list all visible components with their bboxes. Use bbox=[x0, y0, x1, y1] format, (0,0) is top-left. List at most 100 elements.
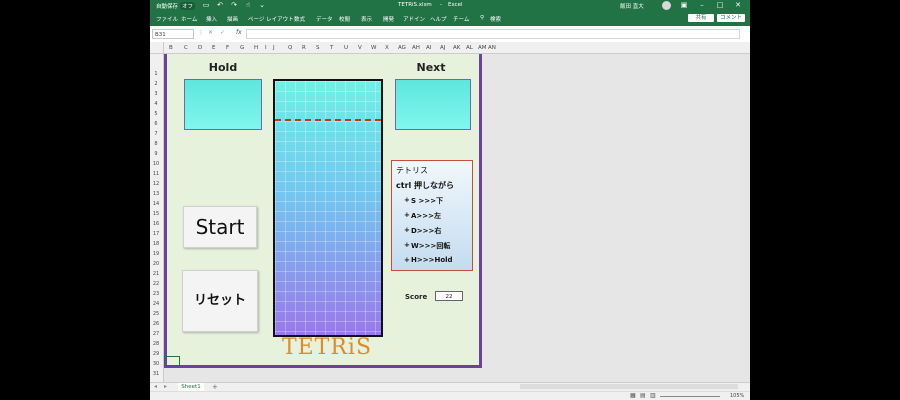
tab-scroll-right-icon[interactable]: ▸ bbox=[164, 383, 167, 390]
row-header[interactable]: 30 bbox=[150, 361, 162, 367]
formula-input[interactable] bbox=[246, 29, 740, 39]
column-header[interactable]: J bbox=[273, 45, 275, 51]
menu-formulas[interactable]: 数式 bbox=[294, 15, 305, 23]
row-header[interactable]: 26 bbox=[150, 321, 162, 327]
row-header[interactable]: 20 bbox=[150, 261, 162, 267]
row-header[interactable]: 5 bbox=[150, 111, 162, 117]
column-header[interactable]: I bbox=[265, 45, 267, 51]
avatar[interactable] bbox=[662, 1, 671, 10]
column-header[interactable]: AM bbox=[478, 45, 487, 51]
row-header[interactable]: 6 bbox=[150, 121, 162, 127]
close-icon[interactable]: ✕ bbox=[732, 1, 744, 10]
column-header[interactable]: AN bbox=[488, 45, 496, 51]
row-header[interactable]: 10 bbox=[150, 161, 162, 167]
column-header[interactable]: R bbox=[302, 45, 306, 51]
column-header[interactable]: G bbox=[240, 45, 244, 51]
normal-view-icon[interactable]: ▦ bbox=[630, 392, 636, 399]
comment-button[interactable]: コメント bbox=[717, 14, 745, 22]
menu-data[interactable]: データ bbox=[316, 15, 333, 23]
row-header[interactable]: 15 bbox=[150, 211, 162, 217]
row-header[interactable]: 12 bbox=[150, 181, 162, 187]
touch-mode-icon[interactable]: ☝ bbox=[242, 1, 254, 10]
horizontal-scrollbar[interactable] bbox=[520, 384, 738, 389]
column-header[interactable]: AL bbox=[466, 45, 473, 51]
share-button[interactable]: 共有 bbox=[688, 14, 714, 22]
enter-icon[interactable]: ✓ bbox=[220, 29, 225, 36]
column-header[interactable]: H bbox=[254, 45, 258, 51]
column-header[interactable]: AG bbox=[398, 45, 406, 51]
column-header[interactable]: U bbox=[344, 45, 348, 51]
row-header[interactable]: 21 bbox=[150, 271, 162, 277]
undo-icon[interactable]: ↶ bbox=[214, 1, 226, 10]
autosave-toggle[interactable]: オフ bbox=[180, 2, 196, 10]
row-header[interactable]: 27 bbox=[150, 331, 162, 337]
column-header[interactable]: S bbox=[316, 45, 320, 51]
column-header[interactable]: T bbox=[330, 45, 333, 51]
reset-button[interactable]: リセット bbox=[182, 270, 258, 332]
menu-draw[interactable]: 描画 bbox=[227, 15, 238, 23]
menu-addin-placeholder[interactable]: アドイン bbox=[403, 15, 425, 23]
column-header[interactable]: X bbox=[385, 45, 389, 51]
row-header[interactable]: 17 bbox=[150, 231, 162, 237]
search-box[interactable]: 検索 bbox=[490, 15, 501, 23]
row-header[interactable]: 2 bbox=[150, 81, 162, 87]
worksheet-grid[interactable]: B C D E F G H I J Q R S T U V W X AG AH … bbox=[150, 42, 750, 382]
column-header[interactable]: AK bbox=[453, 45, 460, 51]
ribbon-display-icon[interactable]: ▣ bbox=[678, 1, 690, 10]
row-header[interactable]: 29 bbox=[150, 351, 162, 357]
row-header[interactable]: 14 bbox=[150, 201, 162, 207]
customize-toolbar-icon[interactable]: ⌄ bbox=[256, 1, 268, 10]
column-header[interactable]: W bbox=[371, 45, 376, 51]
menu-home[interactable]: ホーム bbox=[181, 15, 197, 23]
minimize-icon[interactable]: – bbox=[696, 1, 708, 10]
menu-file[interactable]: ファイル bbox=[156, 15, 178, 23]
row-header[interactable]: 8 bbox=[150, 141, 162, 147]
redo-icon[interactable]: ↷ bbox=[228, 1, 240, 10]
column-header[interactable]: C bbox=[184, 45, 188, 51]
menu-team[interactable]: チーム bbox=[453, 15, 469, 23]
page-break-view-icon[interactable]: ▥ bbox=[650, 392, 656, 399]
column-header[interactable]: AJ bbox=[440, 45, 445, 51]
row-header[interactable]: 3 bbox=[150, 91, 162, 97]
add-sheet-button[interactable]: + bbox=[212, 383, 218, 391]
row-header[interactable]: 18 bbox=[150, 241, 162, 247]
cancel-icon[interactable]: ✕ bbox=[208, 29, 213, 36]
zoom-level[interactable]: 105% bbox=[730, 393, 744, 399]
column-header[interactable]: B bbox=[169, 45, 173, 51]
row-header[interactable]: 22 bbox=[150, 281, 162, 287]
start-button[interactable]: Start bbox=[183, 206, 257, 248]
column-header[interactable]: Q bbox=[288, 45, 292, 51]
row-header[interactable]: 23 bbox=[150, 291, 162, 297]
menu-insert[interactable]: 挿入 bbox=[206, 15, 217, 23]
row-header[interactable]: 24 bbox=[150, 301, 162, 307]
row-header[interactable]: 13 bbox=[150, 191, 162, 197]
insert-function-icon[interactable]: fx bbox=[236, 29, 242, 36]
column-header[interactable]: V bbox=[358, 45, 362, 51]
save-icon[interactable]: ▭ bbox=[200, 1, 212, 10]
menu-view[interactable]: 表示 bbox=[361, 15, 372, 23]
page-layout-view-icon[interactable]: ▤ bbox=[640, 392, 646, 399]
name-box[interactable]: B31 bbox=[152, 29, 194, 39]
column-header[interactable]: AI bbox=[426, 45, 431, 51]
row-header[interactable]: 16 bbox=[150, 221, 162, 227]
active-cell[interactable] bbox=[164, 356, 180, 366]
maximize-icon[interactable]: □ bbox=[714, 1, 726, 10]
row-header[interactable]: 4 bbox=[150, 101, 162, 107]
row-header[interactable]: 1 bbox=[150, 71, 162, 77]
zoom-slider[interactable] bbox=[660, 396, 720, 397]
row-header[interactable]: 11 bbox=[150, 171, 162, 177]
column-header[interactable]: E bbox=[212, 45, 215, 51]
namebox-dropdown-icon[interactable]: ⋮ bbox=[198, 29, 204, 36]
row-header[interactable]: 25 bbox=[150, 311, 162, 317]
select-all-corner[interactable] bbox=[150, 42, 164, 54]
menu-page-layout[interactable]: ページ レイアウト bbox=[248, 15, 294, 23]
row-header[interactable]: 31 bbox=[150, 371, 162, 377]
column-header[interactable]: AH bbox=[412, 45, 420, 51]
menu-review[interactable]: 校閲 bbox=[339, 15, 350, 23]
row-header[interactable]: 9 bbox=[150, 151, 162, 157]
menu-developer[interactable]: 開発 bbox=[383, 15, 394, 23]
row-header[interactable]: 28 bbox=[150, 341, 162, 347]
tab-scroll-left-icon[interactable]: ◂ bbox=[154, 383, 157, 390]
row-header[interactable]: 19 bbox=[150, 251, 162, 257]
search-icon[interactable]: ⚲ bbox=[480, 15, 484, 21]
